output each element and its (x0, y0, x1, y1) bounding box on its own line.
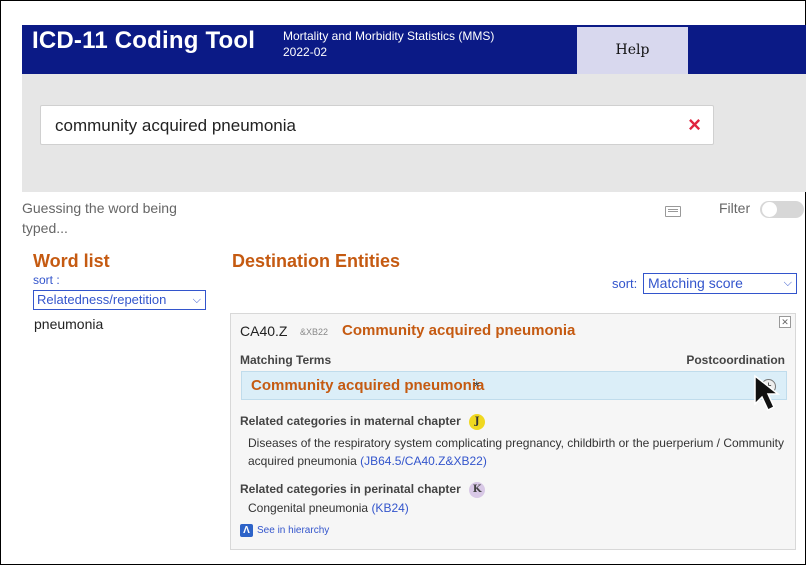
matching-term: Community acquired pneumonia (251, 377, 485, 394)
classification-version: 2022-02 (283, 45, 328, 59)
perinatal-related-category: Congenital pneumonia (KB24) (248, 501, 409, 515)
matching-terms-label: Matching Terms (240, 353, 332, 367)
word-list-sort-label: sort : (33, 273, 60, 287)
word-list-sort-value: Relatedness/repetition (37, 292, 167, 307)
maternal-related-text: Diseases of the respiratory system compl… (248, 436, 785, 468)
clear-search-icon[interactable]: × (688, 113, 701, 137)
matching-term-mark: * (474, 378, 480, 394)
chapter-k-badge: K (469, 482, 486, 498)
entity-code[interactable]: CA40.Z (240, 323, 287, 339)
chevron-down-icon: ⌵ (192, 294, 201, 306)
search-area: community acquired pneumonia × (22, 74, 806, 192)
maternal-chapter-heading: Related categories in maternal chapter J (240, 414, 486, 430)
perinatal-related-text: Congenital pneumonia (248, 501, 369, 515)
guessing-status: Guessing the word being typed... (22, 200, 177, 236)
entity-title[interactable]: Community acquired pneumonia (342, 322, 575, 339)
word-list-sort-select[interactable]: Relatedness/repetition ⌵ (33, 290, 206, 310)
chapter-j-badge: J (469, 414, 486, 430)
keyboard-icon[interactable] (665, 206, 681, 217)
destination-sort-value: Matching score (648, 275, 743, 291)
maternal-related-category: Diseases of the respiratory system compl… (248, 434, 788, 470)
perinatal-related-code-link[interactable]: (KB24) (371, 501, 408, 515)
help-tab[interactable]: Help (577, 27, 688, 74)
mouse-cursor-icon (754, 374, 781, 412)
perinatal-chapter-heading: Related categories in perinatal chapter … (240, 482, 486, 498)
app-title: ICD-11 Coding Tool (32, 27, 256, 54)
search-input-value: community acquired pneumonia (55, 116, 296, 135)
destination-sort-label: sort: (612, 276, 638, 291)
filter-toggle[interactable] (760, 201, 804, 218)
destination-sort-select[interactable]: Matching score ⌵ (643, 273, 797, 294)
destination-entities-title: Destination Entities (232, 251, 401, 271)
classification-name: Mortality and Morbidity Statistics (MMS) (283, 29, 495, 43)
app-header: ICD-11 Coding Tool Mortality and Morbidi… (22, 25, 806, 74)
classification-subtitle: Mortality and Morbidity Statistics (MMS)… (283, 28, 494, 60)
perinatal-chapter-heading-text: Related categories in perinatal chapter (240, 482, 461, 497)
postcoordination-suffix: &XB22 (300, 327, 329, 337)
word-list-title: Word list (33, 251, 110, 271)
word-list-item[interactable]: pneumonia (34, 316, 103, 332)
search-input[interactable]: community acquired pneumonia × (40, 105, 714, 145)
entity-card: ✕ CA40.Z &XB22 Community acquired pneumo… (230, 313, 796, 550)
close-icon[interactable]: ✕ (779, 316, 791, 328)
maternal-chapter-heading-text: Related categories in maternal chapter (240, 414, 461, 429)
matching-term-row[interactable]: Community acquired pneumonia * + (241, 371, 787, 400)
filter-label: Filter (719, 200, 751, 216)
maternal-related-code-link[interactable]: (JB64.5/CA40.Z&XB22) (360, 454, 487, 468)
see-in-hierarchy-label: See in hierarchy (257, 525, 330, 537)
see-in-hierarchy-link[interactable]: Λ See in hierarchy (240, 524, 329, 537)
hierarchy-icon: Λ (240, 524, 253, 537)
postcoordination-label: Postcoordination (686, 353, 785, 367)
chevron-down-icon: ⌵ (783, 277, 792, 289)
